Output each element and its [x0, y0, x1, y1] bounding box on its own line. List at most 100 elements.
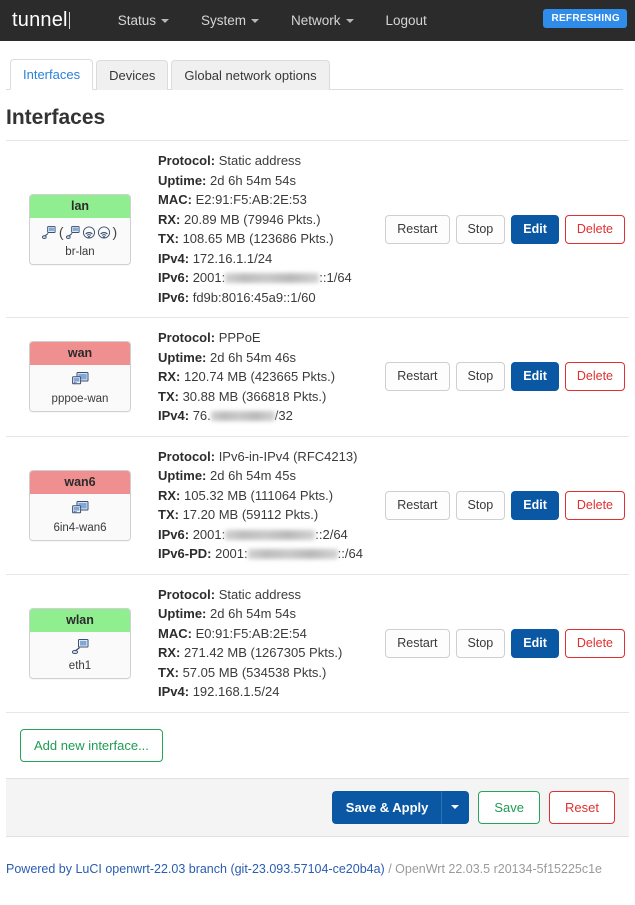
- nav-item-status-label: Status: [117, 13, 156, 28]
- redacted-ipv6pd-block: [247, 549, 338, 559]
- ethernet-icon: [65, 225, 81, 239]
- top-navbar: tunnel Status System Network Logout REFR…: [0, 0, 635, 41]
- save-apply-dropdown-toggle[interactable]: [442, 790, 470, 824]
- label-tx: TX:: [158, 231, 179, 246]
- openwrt-version: OpenWrt 22.03.5 r20134-5f15225c1e: [395, 861, 603, 876]
- interface-icons: [32, 636, 128, 657]
- add-interface-wrapper: Add new interface...: [0, 713, 635, 778]
- stop-button[interactable]: Stop: [455, 362, 506, 392]
- value-ipv6pd-prefix: 2001:: [215, 546, 248, 561]
- nav-item-network-label: Network: [291, 13, 341, 28]
- reset-button[interactable]: Reset: [549, 790, 615, 824]
- value-ipv6-prefix: 2001:: [192, 270, 226, 285]
- redacted-ipv4-block: [210, 411, 275, 421]
- open-paren: (: [58, 224, 64, 240]
- interface-name: wan: [30, 342, 130, 366]
- value-protocol: PPPoE: [218, 330, 261, 345]
- value-protocol: Static address: [218, 153, 302, 168]
- label-protocol: Protocol:: [158, 153, 216, 168]
- row-actions: Restart Stop Edit Delete: [379, 490, 629, 520]
- label-rx: RX:: [158, 211, 181, 227]
- luci-version-link[interactable]: Powered by LuCI openwrt-22.03 branch (gi…: [6, 862, 385, 876]
- delete-button[interactable]: Delete: [564, 362, 625, 392]
- interface-badge-cell: wan6 6in4-wan6: [6, 469, 154, 541]
- label-ipv6-pd: IPv6-PD:: [158, 546, 212, 561]
- nav-item-logout[interactable]: Logout: [370, 0, 443, 41]
- delete-button[interactable]: Delete: [564, 214, 625, 244]
- form-action-bar: Save & Apply Save Reset: [6, 777, 629, 837]
- restart-button[interactable]: Restart: [385, 628, 450, 658]
- value-uptime: 2d 6h 54m 54s: [210, 606, 297, 621]
- value-mac: E0:91:F5:AB:2E:54: [195, 625, 307, 641]
- page-title: Interfaces: [6, 106, 106, 129]
- label-uptime: Uptime:: [158, 349, 207, 365]
- restart-button[interactable]: Restart: [385, 362, 450, 392]
- label-ipv4: IPv4:: [158, 408, 190, 423]
- restart-button[interactable]: Restart: [385, 214, 450, 244]
- interface-zone-box: wlan eth1: [29, 607, 131, 679]
- nav-item-logout-label: Logout: [385, 13, 427, 28]
- label-tx: TX:: [158, 388, 179, 404]
- luci-page: tunnel Status System Network Logout REFR…: [0, 0, 635, 905]
- label-rx: RX:: [158, 645, 181, 660]
- add-new-interface-button[interactable]: Add new interface...: [20, 728, 163, 762]
- tab-bar: Interfaces Devices Global network option…: [6, 58, 623, 90]
- nav-item-status[interactable]: Status: [102, 0, 185, 41]
- edit-button[interactable]: Edit: [511, 214, 559, 244]
- row-actions: Restart Stop Edit Delete: [379, 362, 629, 392]
- brand-logo[interactable]: tunnel: [12, 9, 76, 32]
- nav-item-system-label: System: [200, 13, 246, 28]
- nav-item-network[interactable]: Network: [275, 0, 370, 41]
- stop-button[interactable]: Stop: [455, 214, 506, 244]
- interface-device-cell: ( ) br-lan: [30, 217, 130, 264]
- edit-button[interactable]: Edit: [511, 362, 559, 392]
- label-ipv6: IPv6:: [158, 526, 190, 542]
- interface-info: Protocol: PPPoE Uptime: 2d 6h 54m 46s RX…: [154, 328, 379, 426]
- value-tx: 108.65 MB (123686 Pkts.): [182, 231, 334, 246]
- save-button[interactable]: Save: [478, 790, 541, 824]
- delete-button[interactable]: Delete: [564, 490, 625, 520]
- chevron-down-icon: [345, 19, 354, 23]
- ethernet-icon: [71, 500, 89, 516]
- status-badge-refreshing[interactable]: REFRESHING: [543, 9, 627, 28]
- value-uptime: 2d 6h 54m 54s: [210, 172, 297, 188]
- stop-button[interactable]: Stop: [455, 628, 506, 658]
- edit-button[interactable]: Edit: [511, 628, 559, 658]
- redacted-ipv6-block: [225, 273, 320, 283]
- delete-button[interactable]: Delete: [564, 628, 625, 658]
- label-rx: RX:: [158, 487, 181, 503]
- label-uptime: Uptime:: [158, 172, 207, 188]
- ethernet-icon: [41, 225, 57, 239]
- tab-devices[interactable]: Devices: [96, 60, 169, 90]
- table-row: wlan eth1 Protocol: Static address Uptim…: [6, 575, 629, 713]
- interface-name: wlan: [30, 608, 130, 632]
- nav-item-system[interactable]: System: [185, 0, 275, 41]
- interface-device-name: 6in4-wan6: [53, 521, 107, 534]
- tab-global-network-options[interactable]: Global network options: [171, 60, 330, 90]
- label-protocol: Protocol:: [158, 330, 216, 345]
- value-rx: 20.89 MB (79946 Pkts.): [184, 211, 321, 227]
- interface-badge-cell: wan pppoe-wan: [6, 341, 154, 413]
- interface-badge-cell: wlan eth1: [6, 607, 154, 679]
- save-apply-split-button: Save & Apply: [331, 790, 470, 824]
- label-tx: TX:: [158, 664, 179, 680]
- stop-button[interactable]: Stop: [455, 490, 506, 520]
- interface-info: Protocol: Static address Uptime: 2d 6h 5…: [154, 151, 379, 307]
- tab-interfaces[interactable]: Interfaces: [10, 59, 94, 90]
- page-footer: Powered by LuCI openwrt-22.03 branch (gi…: [0, 837, 635, 877]
- table-row: wan pppoe-wan Protocol: PPPoE Uptime: 2d…: [6, 318, 629, 437]
- label-protocol: Protocol:: [158, 448, 216, 464]
- value-rx: 105.32 MB (111064 Pkts.): [184, 487, 334, 503]
- label-uptime: Uptime:: [158, 606, 207, 621]
- interface-badge-cell: lan ( ) br-lan: [6, 193, 154, 265]
- label-protocol: Protocol:: [158, 586, 216, 602]
- wifi-icon: [97, 225, 111, 239]
- label-ipv6-second: IPv6:: [158, 289, 190, 305]
- restart-button[interactable]: Restart: [385, 490, 450, 520]
- interface-info: Protocol: Static address Uptime: 2d 6h 5…: [154, 585, 379, 702]
- save-and-apply-button[interactable]: Save & Apply: [331, 790, 443, 824]
- edit-button[interactable]: Edit: [511, 490, 559, 520]
- nav-menu: Status System Network Logout: [102, 0, 443, 41]
- interface-name: wan6: [30, 470, 130, 494]
- value-ipv4: 172.16.1.1/24: [192, 250, 273, 266]
